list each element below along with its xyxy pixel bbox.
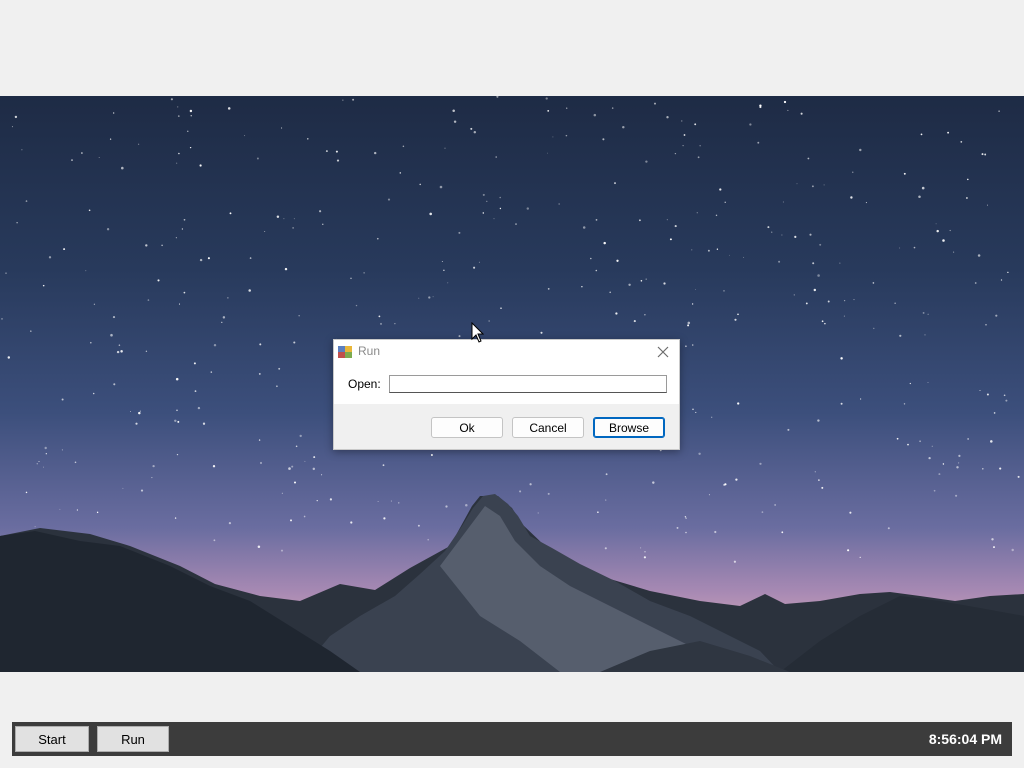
dialog-title: Run <box>358 344 381 358</box>
taskbar: Start Run 8:56:04 PM <box>12 722 1012 756</box>
start-button[interactable]: Start <box>15 726 89 752</box>
taskbar-run-button[interactable]: Run <box>97 726 169 752</box>
browse-button[interactable]: Browse <box>593 417 665 438</box>
mouse-cursor-icon <box>471 322 485 343</box>
open-input[interactable] <box>389 375 667 393</box>
open-label: Open: <box>348 377 381 391</box>
dialog-footer: Ok Cancel Browse <box>334 404 679 449</box>
cancel-button[interactable]: Cancel <box>512 417 584 438</box>
ok-button[interactable]: Ok <box>431 417 503 438</box>
run-app-icon <box>338 346 352 358</box>
close-icon[interactable] <box>653 342 673 362</box>
clock: 8:56:04 PM <box>928 731 1002 747</box>
run-dialog: Run Open: Ok Cancel Browse <box>333 339 680 450</box>
